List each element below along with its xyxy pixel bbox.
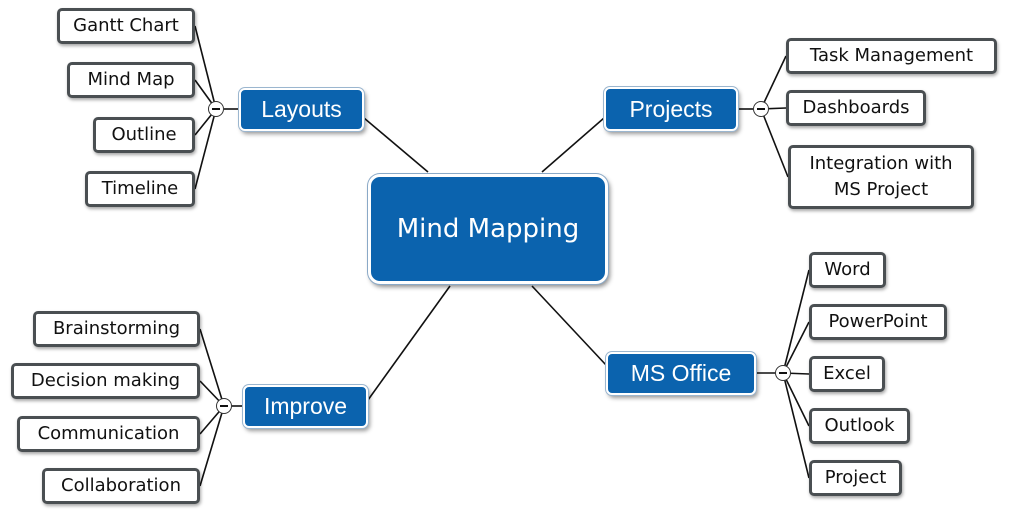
- subtopic-outlook[interactable]: Outlook: [809, 408, 910, 444]
- connector-msoffice-child: [782, 372, 810, 427]
- subtopic-excel[interactable]: Excel: [809, 356, 885, 392]
- subtopic-mind-map[interactable]: Mind Map: [67, 62, 195, 98]
- subtopic-label: Project: [824, 467, 887, 488]
- connector-central-projects: [541, 117, 605, 173]
- subtopic-label: Communication: [37, 423, 180, 444]
- subtopic-label: Decision making: [30, 370, 181, 391]
- mind-map-canvas: Mind Mapping Layouts Gantt Chart Mind Ma…: [0, 0, 1024, 512]
- central-topic-label: Mind Mapping: [396, 214, 580, 244]
- subtopic-decision-making[interactable]: Decision making: [11, 363, 200, 399]
- topic-projects[interactable]: Projects: [604, 87, 738, 131]
- subtopic-integration-ms-project[interactable]: Integration with MS Project: [788, 145, 974, 209]
- subtopic-label: Gantt Chart: [73, 15, 179, 36]
- connector-layouts-child: [194, 25, 217, 110]
- subtopic-brainstorming[interactable]: Brainstorming: [33, 311, 200, 347]
- subtopic-powerpoint[interactable]: PowerPoint: [809, 304, 947, 340]
- connector-central-layouts: [363, 117, 429, 173]
- subtopic-label: Collaboration: [61, 475, 181, 496]
- topic-layouts[interactable]: Layouts: [239, 88, 364, 131]
- subtopic-task-management[interactable]: Task Management: [786, 38, 997, 74]
- subtopic-collaboration[interactable]: Collaboration: [42, 468, 200, 504]
- subtopic-label: Brainstorming: [52, 318, 181, 339]
- connector-msoffice-child: [782, 269, 810, 374]
- topic-layouts-label: Layouts: [261, 96, 342, 122]
- subtopic-word[interactable]: Word: [809, 252, 886, 288]
- connector-central-improve: [367, 285, 451, 401]
- subtopic-label: Mind Map: [87, 69, 175, 90]
- connector-msoffice-child: [782, 372, 810, 479]
- subtopic-project[interactable]: Project: [809, 460, 902, 496]
- subtopic-timeline[interactable]: Timeline: [85, 171, 195, 207]
- collapse-minus-icon[interactable]: [216, 398, 232, 414]
- subtopic-gantt-chart[interactable]: Gantt Chart: [57, 8, 195, 44]
- subtopic-label: Word: [824, 259, 871, 280]
- subtopic-label: Outlook: [824, 415, 895, 436]
- subtopic-communication[interactable]: Communication: [17, 416, 200, 452]
- subtopic-label: Dashboards: [802, 97, 910, 118]
- subtopic-dashboards[interactable]: Dashboards: [786, 90, 926, 126]
- subtopic-label: PowerPoint: [828, 311, 928, 332]
- connector-improve-child: [199, 405, 225, 487]
- connector-central-ms-office: [531, 285, 607, 366]
- collapse-minus-icon[interactable]: [775, 365, 791, 381]
- topic-ms-office-label: MS Office: [630, 360, 732, 386]
- connector-projects-child: [760, 108, 789, 178]
- subtopic-outline[interactable]: Outline: [93, 117, 195, 153]
- collapse-minus-icon[interactable]: [753, 101, 769, 117]
- subtopic-label: Integration with MS Project: [809, 153, 953, 200]
- subtopic-label: Excel: [823, 363, 871, 384]
- topic-improve-label: Improve: [263, 393, 348, 419]
- topic-ms-office[interactable]: MS Office: [606, 352, 756, 395]
- subtopic-label: Task Management: [809, 45, 974, 66]
- topic-improve[interactable]: Improve: [243, 385, 368, 428]
- topic-projects-label: Projects: [629, 95, 713, 122]
- central-topic[interactable]: Mind Mapping: [368, 174, 608, 284]
- collapse-minus-icon[interactable]: [208, 101, 224, 117]
- subtopic-label: Timeline: [101, 178, 179, 199]
- subtopic-label: Outline: [111, 124, 177, 145]
